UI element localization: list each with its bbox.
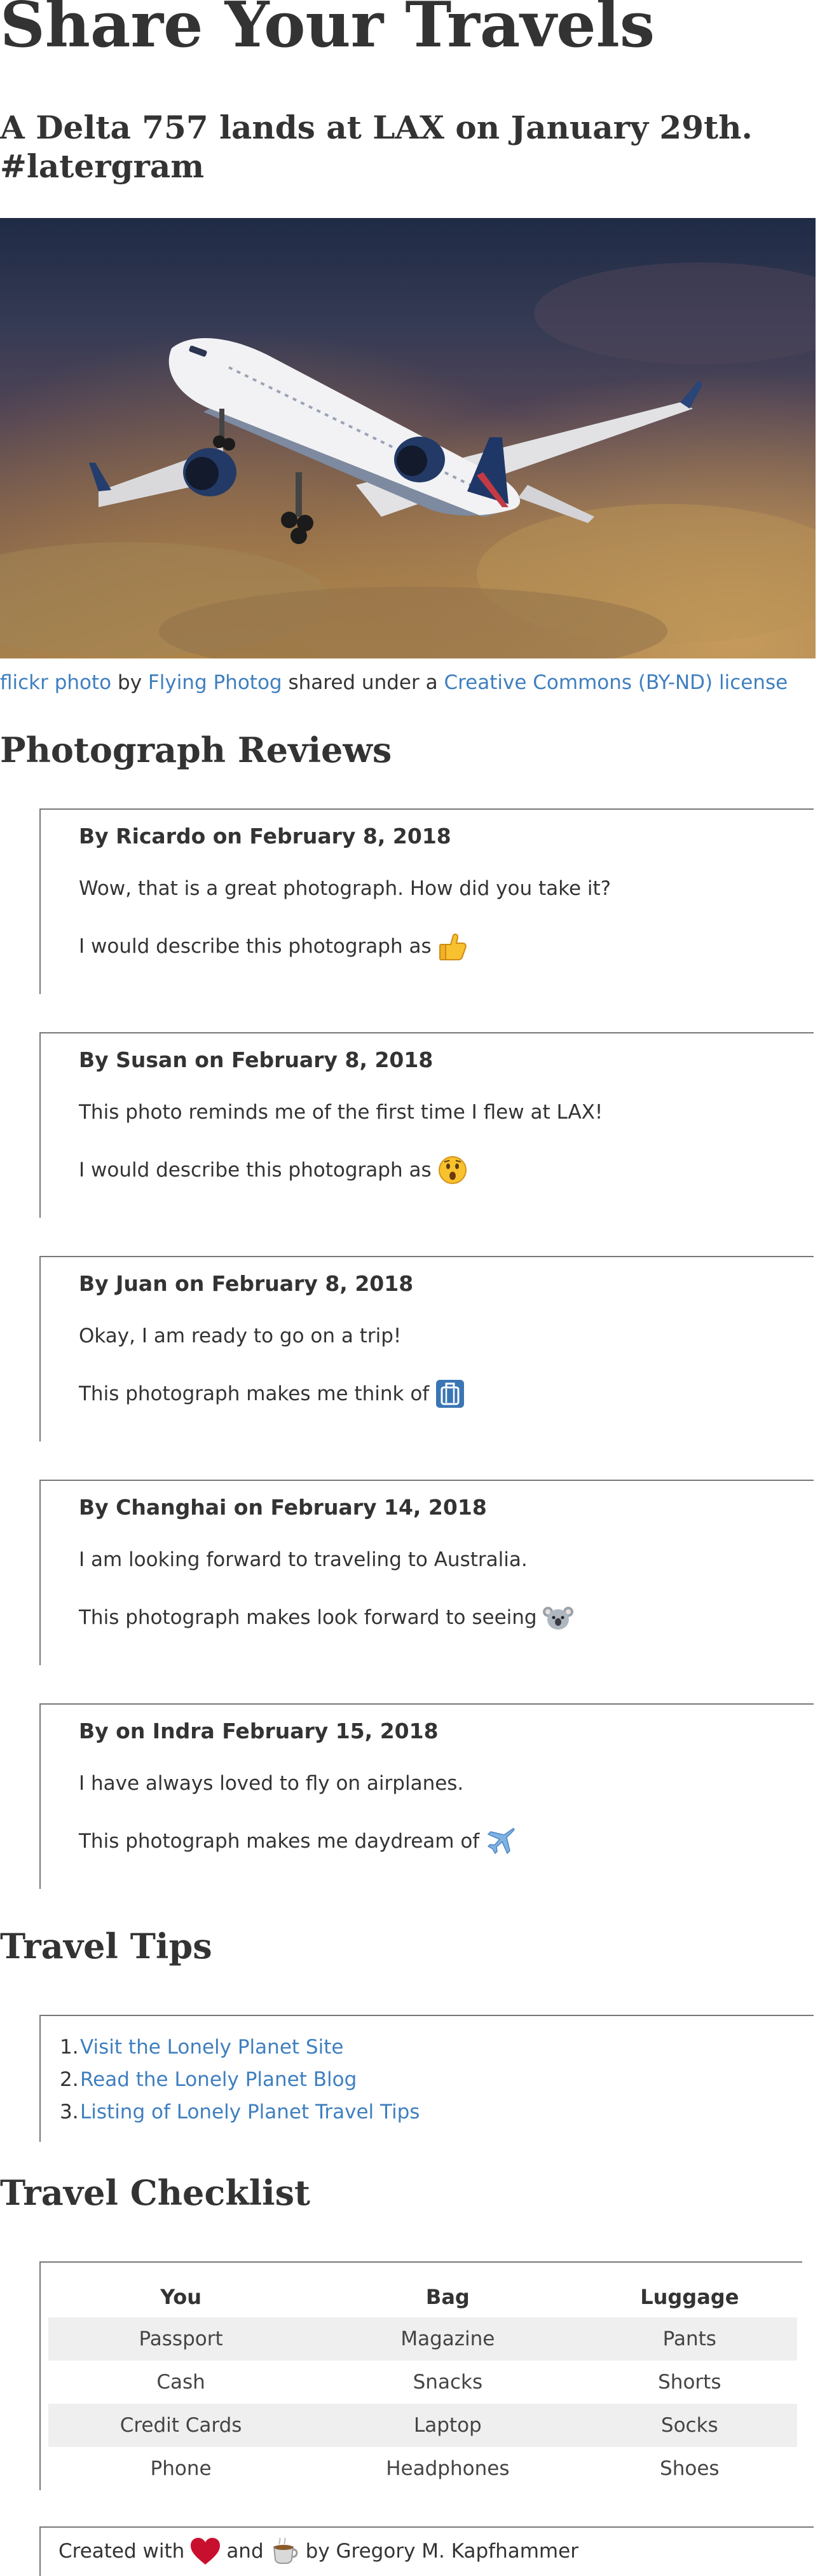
lonely-planet-blog-link[interactable]: Read the Lonely Planet Blog xyxy=(80,2068,357,2091)
travel-tips-list: 1.Visit the Lonely Planet Site 2.Read th… xyxy=(60,2031,420,2129)
review-author: By Ricardo on February 8, 2018 xyxy=(79,824,451,848)
page-title: Share Your Travels xyxy=(0,0,655,62)
review-author: By Changhai on February 14, 2018 xyxy=(79,1495,487,1520)
review-card: By Ricardo on February 8, 2018 Wow, that… xyxy=(39,808,814,994)
table-cell: Passport xyxy=(48,2317,314,2361)
list-item: 1.Visit the Lonely Planet Site xyxy=(60,2031,420,2064)
airplane-image xyxy=(0,262,816,658)
review-emoji-line: This photograph makes me think of xyxy=(79,1378,466,1410)
caption-by: by xyxy=(118,671,142,694)
reviews-heading: Photograph Reviews xyxy=(0,730,392,770)
review-emoji-text: This photograph makes me think of xyxy=(79,1382,430,1405)
review-author: By Juan on February 8, 2018 xyxy=(79,1271,414,1296)
luggage-icon xyxy=(436,1380,465,1408)
table-row: Cash Snacks Shorts xyxy=(48,2361,797,2404)
page-footer: Created with and by Gregory M. Kapfhamme… xyxy=(39,2526,814,2576)
review-emoji-line: I would describe this photograph as xyxy=(79,930,468,962)
table-row: Credit Cards Laptop Socks xyxy=(48,2404,797,2447)
list-number: 2. xyxy=(60,2068,79,2091)
lonely-planet-site-link[interactable]: Visit the Lonely Planet Site xyxy=(80,2036,343,2059)
list-number: 3. xyxy=(60,2101,79,2123)
review-comment: Wow, that is a great photograph. How did… xyxy=(79,877,612,900)
travel-checklist-heading: Travel Checklist xyxy=(0,2172,311,2213)
koala-icon xyxy=(542,1607,573,1630)
review-comment: This photo reminds me of the first time … xyxy=(79,1101,603,1124)
list-item: 2.Read the Lonely Planet Blog xyxy=(60,2064,420,2096)
table-cell: Shorts xyxy=(658,2371,721,2394)
table-row: Phone Headphones Shoes xyxy=(48,2447,797,2490)
table-cell: Laptop xyxy=(313,2404,582,2447)
lonely-planet-tips-link[interactable]: Listing of Lonely Planet Travel Tips xyxy=(80,2101,420,2123)
review-card: By on Indra February 15, 2018 I have alw… xyxy=(39,1703,814,1889)
review-comment: I am looking forward to traveling to Aus… xyxy=(79,1548,528,1571)
column-header: You xyxy=(160,2285,202,2309)
table-cell: Credit Cards xyxy=(48,2404,314,2447)
review-emoji-text: This photograph makes look forward to se… xyxy=(79,1606,537,1629)
review-author: By on Indra February 15, 2018 xyxy=(79,1719,439,1743)
review-card: By Juan on February 8, 2018 Okay, I am r… xyxy=(39,1256,814,1441)
review-emoji-line: This photograph makes look forward to se… xyxy=(79,1602,574,1633)
photo-caption: flickr photo by Flying Photog shared und… xyxy=(0,669,820,697)
photographer-link[interactable]: Flying Photog xyxy=(148,671,282,694)
review-emoji-text: This photograph makes me daydream of xyxy=(79,1830,480,1853)
review-card: By Susan on February 8, 2018 This photo … xyxy=(39,1032,814,1218)
heart-icon xyxy=(191,2538,221,2565)
table-cell: Cash xyxy=(156,2371,205,2394)
license-link[interactable]: Creative Commons (BY-ND) license xyxy=(444,671,788,694)
review-emoji-line: This photograph makes me daydream of xyxy=(79,1825,516,1857)
table-cell: Shoes xyxy=(660,2457,720,2480)
travel-tips-heading: Travel Tips xyxy=(0,1926,212,1966)
list-item: 3.Listing of Lonely Planet Travel Tips xyxy=(60,2096,420,2129)
table-row: Passport Magazine Pants xyxy=(48,2317,797,2361)
table-cell: Socks xyxy=(582,2404,797,2447)
review-emoji-text: I would describe this photograph as xyxy=(79,1159,432,1182)
flickr-photo-link[interactable]: flickr photo xyxy=(0,671,111,694)
table-cell: Phone xyxy=(150,2457,212,2480)
table-cell: Headphones xyxy=(386,2457,510,2480)
airplane-photo xyxy=(0,218,816,658)
review-card: By Changhai on February 14, 2018 I am lo… xyxy=(39,1480,814,1665)
travel-tips-box: 1.Visit the Lonely Planet Site 2.Read th… xyxy=(39,2015,814,2142)
thumbs-up-icon xyxy=(439,933,467,960)
table-cell: Pants xyxy=(582,2317,797,2361)
review-author: By Susan on February 8, 2018 xyxy=(79,1047,434,1072)
review-emoji-line: I would describe this photograph as xyxy=(79,1154,468,1186)
review-emoji-text: I would describe this photograph as xyxy=(79,935,432,958)
table-cell: Magazine xyxy=(313,2317,582,2361)
travel-checklist-box: You Bag Luggage Passport Magazine Pants … xyxy=(39,2261,802,2490)
photo-title: A Delta 757 lands at LAX on January 29th… xyxy=(0,109,753,185)
checklist-table: You Bag Luggage Passport Magazine Pants … xyxy=(48,2277,797,2490)
table-cell: Snacks xyxy=(413,2371,483,2394)
review-comment: Okay, I am ready to go on a trip! xyxy=(79,1325,402,1347)
footer-credit: Created with and by Gregory M. Kapfhamme… xyxy=(58,2537,578,2566)
table-header-row: You Bag Luggage xyxy=(48,2277,797,2317)
column-header: Luggage xyxy=(640,2285,739,2309)
footer-author: by Gregory M. Kapfhammer xyxy=(305,2540,578,2563)
review-comment: I have always loved to fly on airplanes. xyxy=(79,1772,464,1795)
caption-shared: shared under a xyxy=(288,671,438,694)
list-number: 1. xyxy=(60,2036,79,2059)
airplane-icon xyxy=(487,1828,515,1855)
coffee-icon xyxy=(273,2537,298,2564)
astonished-face-icon xyxy=(438,1156,467,1184)
column-header: Bag xyxy=(425,2285,470,2309)
footer-created-with: Created with xyxy=(58,2540,185,2563)
footer-and: and xyxy=(226,2540,264,2563)
